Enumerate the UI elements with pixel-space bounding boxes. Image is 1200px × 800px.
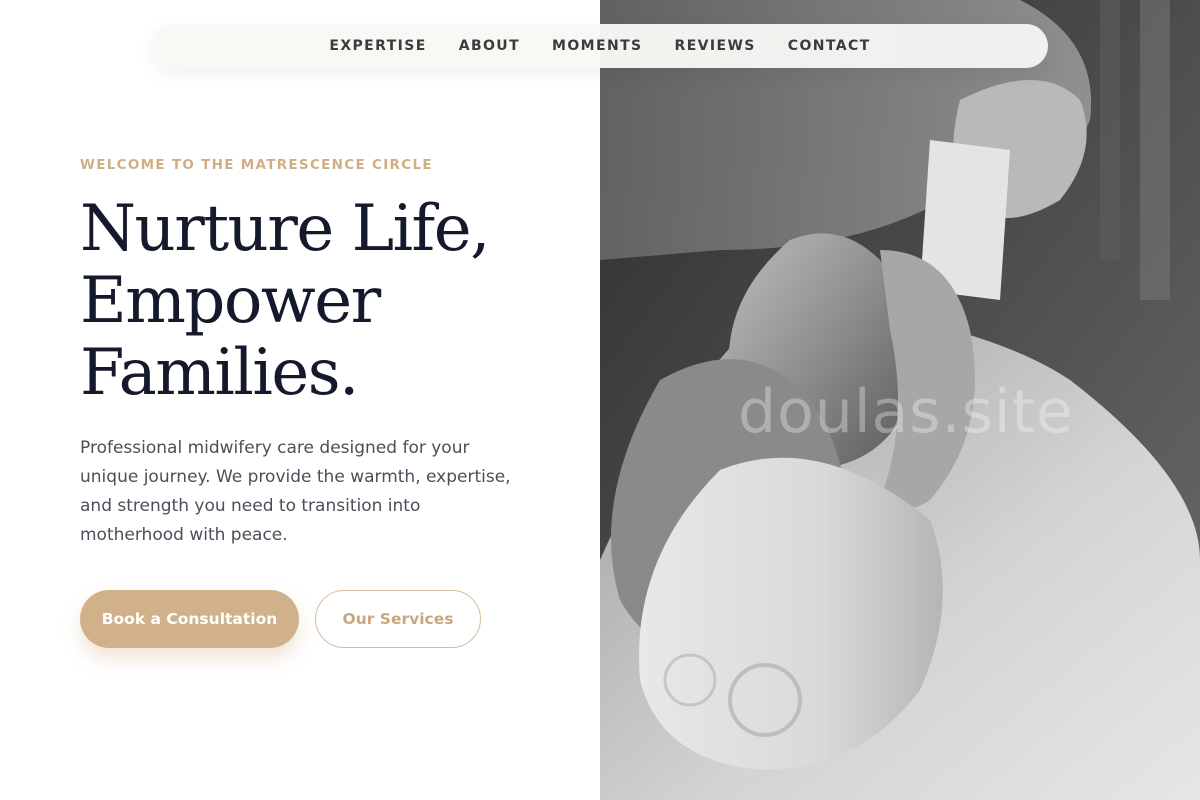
description-line: motherhood with peace. xyxy=(80,525,288,545)
watermark-text: doulas.site xyxy=(738,377,1074,447)
nav-item-moments: MOMENTS xyxy=(552,37,642,55)
hero-description: Professional midwifery care designed for… xyxy=(80,434,520,550)
nav-link-about[interactable]: ABOUT xyxy=(459,38,520,54)
nav-item-contact: CONTACT xyxy=(788,37,871,55)
nav-link-reviews[interactable]: REVIEWS xyxy=(675,38,756,54)
nav-item-about: ABOUT xyxy=(459,37,520,55)
headline-line: Nurture Life, xyxy=(80,192,490,266)
hero-headline: Nurture Life, Empower Families. xyxy=(80,193,550,409)
nav-link-expertise[interactable]: EXPERTISE xyxy=(329,38,426,54)
headline-line: Empower xyxy=(80,264,381,338)
description-line: and strength you need to transition into xyxy=(80,496,421,516)
description-line: unique journey. We provide the warmth, e… xyxy=(80,467,511,487)
nav-item-reviews: REVIEWS xyxy=(675,37,756,55)
nav-link-contact[interactable]: CONTACT xyxy=(788,38,871,54)
nav-item-expertise: EXPERTISE xyxy=(329,37,426,55)
book-consultation-button[interactable]: Book a Consultation xyxy=(80,590,299,648)
description-line: Professional midwifery care designed for… xyxy=(80,438,470,458)
cta-row: Book a Consultation Our Services xyxy=(80,590,481,648)
main-nav: EXPERTISE ABOUT MOMENTS REVIEWS CONTACT xyxy=(152,24,1048,68)
nav-list: EXPERTISE ABOUT MOMENTS REVIEWS CONTACT xyxy=(329,37,870,55)
headline-line: Families. xyxy=(80,336,359,410)
nav-link-moments[interactable]: MOMENTS xyxy=(552,38,642,54)
our-services-button[interactable]: Our Services xyxy=(315,590,481,648)
hero-photo: doulas.site xyxy=(600,0,1200,800)
hero-eyebrow: WELCOME TO THE MATRESCENCE CIRCLE xyxy=(80,157,433,173)
